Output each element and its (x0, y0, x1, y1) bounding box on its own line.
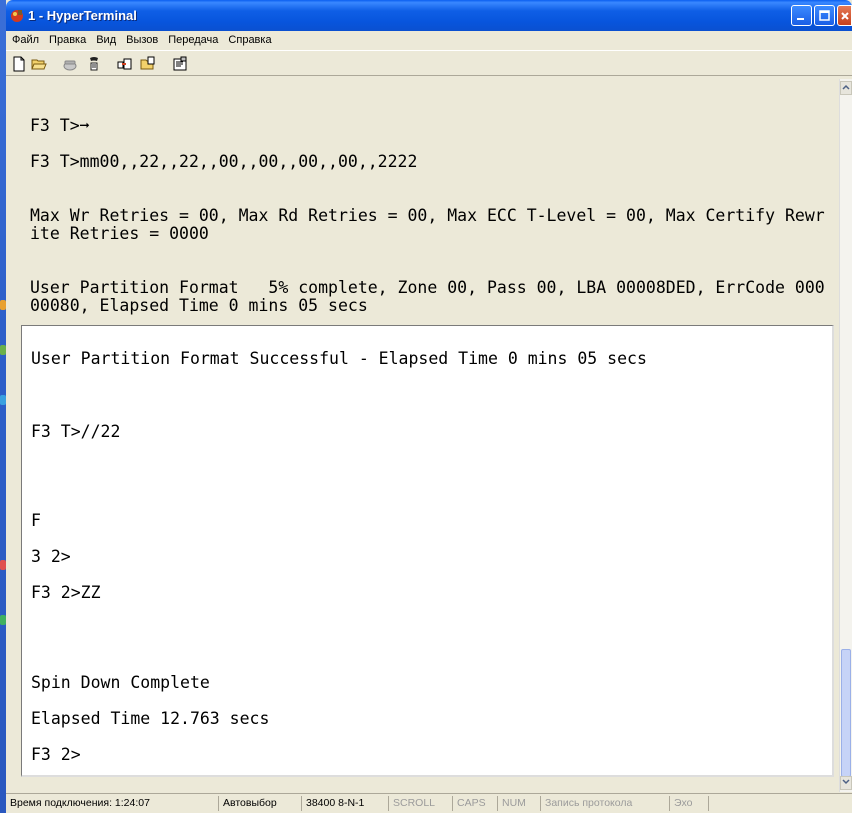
maximize-button[interactable] (814, 5, 835, 26)
terminal-area[interactable]: F3 T>➞ F3 T>mm00,,22,,22,,00,,00,,00,,00… (12, 79, 840, 792)
menu-file[interactable]: Файл (6, 34, 44, 46)
close-button[interactable] (837, 5, 852, 26)
status-port-settings: 38400 8-N-1 (301, 796, 387, 811)
disconnect-phone-icon[interactable] (86, 56, 102, 72)
scroll-down-button[interactable] (840, 776, 852, 790)
status-bar: Время подключения: 1:24:07 Автовыбор 384… (6, 793, 852, 813)
hyperterminal-window: 1 - HyperTerminal Файл Правка Вид Вызов … (6, 0, 852, 813)
window-title: 1 - HyperTerminal (28, 8, 137, 23)
menu-call[interactable]: Вызов (121, 34, 163, 46)
status-echo: Эхо (669, 796, 707, 811)
terminal-screen[interactable]: User Partition Format Successful - Elaps… (21, 325, 834, 777)
status-scroll: SCROLL (388, 796, 451, 811)
toolbar (6, 50, 852, 76)
menu-edit[interactable]: Правка (44, 34, 91, 46)
hyperterminal-app-icon[interactable] (9, 7, 25, 23)
status-detect: Автовыбор (218, 796, 300, 811)
arrow-down-icon (842, 779, 850, 785)
menu-help[interactable]: Справка (223, 34, 276, 46)
title-bar[interactable]: 1 - HyperTerminal (6, 0, 852, 31)
terminal-line: F3 T>mm00,,22,,22,,00,,00,,00,,00,,2222 (30, 152, 418, 171)
menu-view[interactable]: Вид (91, 34, 121, 46)
minimize-icon (797, 18, 804, 20)
status-empty-cell (708, 796, 848, 811)
minimize-button[interactable] (791, 5, 812, 26)
open-folder-icon[interactable] (31, 56, 47, 72)
terminal-line: ite Retries = 0000 (30, 224, 209, 243)
menu-bar: Файл Правка Вид Вызов Передача Справка (6, 31, 852, 49)
terminal-line: Elapsed Time 12.763 secs (31, 709, 270, 728)
menu-transfer[interactable]: Передача (163, 34, 223, 46)
status-connection-time: Время подключения: 1:24:07 (10, 797, 150, 809)
maximize-icon (819, 10, 830, 21)
receive-icon[interactable] (140, 56, 156, 72)
connect-phone-icon[interactable] (62, 56, 78, 72)
terminal-line: 00080, Elapsed Time 0 mins 05 secs (30, 296, 368, 315)
properties-icon[interactable] (172, 56, 188, 72)
scroll-up-button[interactable] (840, 81, 852, 95)
terminal-line: Max Wr Retries = 00, Max Rd Retries = 00… (30, 206, 825, 225)
terminal-line: User Partition Format 5% complete, Zone … (30, 278, 825, 297)
close-icon (840, 11, 849, 20)
terminal-line: User Partition Format Successful - Elaps… (31, 349, 647, 368)
status-capture: Запись протокола (540, 796, 668, 811)
scrollback-buffer[interactable]: F3 T>➞ F3 T>mm00,,22,,22,,00,,00,,00,,00… (12, 79, 840, 315)
vertical-scrollbar[interactable] (839, 79, 852, 792)
status-caps: CAPS (452, 796, 496, 811)
terminal-line: F3 T>//22 (31, 422, 121, 441)
terminal-line: F3 T>➞ (30, 116, 90, 135)
new-document-icon[interactable] (11, 56, 27, 72)
terminal-line: 3 2> (31, 547, 71, 566)
terminal-line: Spin Down Complete (31, 673, 210, 692)
terminal-line: F3 2>ZZ (31, 583, 101, 602)
send-icon[interactable] (117, 56, 133, 72)
split-divider[interactable] (12, 317, 840, 323)
terminal-line: F3 2> (31, 745, 81, 764)
arrow-up-icon (842, 84, 850, 90)
scroll-thumb[interactable] (841, 649, 851, 777)
terminal-line: F (31, 511, 41, 530)
status-num: NUM (497, 796, 539, 811)
